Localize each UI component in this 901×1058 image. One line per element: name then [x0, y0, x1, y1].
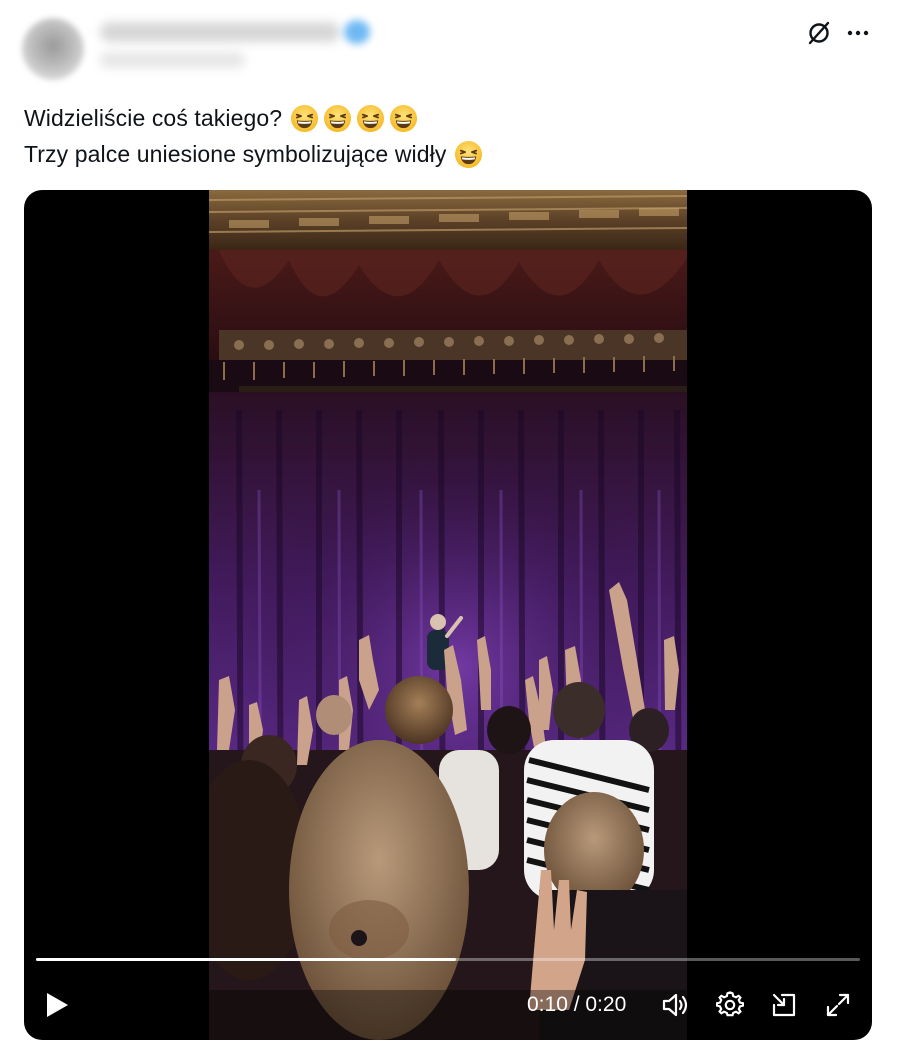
author-handle-blurred[interactable] — [100, 52, 245, 68]
grok-icon[interactable] — [804, 18, 834, 48]
fullscreen-button[interactable] — [822, 990, 854, 1020]
verified-badge-icon — [344, 20, 370, 44]
video-frame[interactable] — [209, 190, 687, 1040]
tweet-text-line-1: Widzieliście coś takiego? — [24, 100, 483, 136]
grinning-squinting-face-icon — [389, 104, 418, 133]
tweet-text: Widzieliście coś takiego? Trzy palce uni… — [24, 100, 483, 172]
settings-button[interactable] — [714, 990, 746, 1020]
video-progress-bar[interactable] — [36, 958, 860, 961]
grinning-squinting-face-icon — [356, 104, 385, 133]
fullscreen-icon — [826, 993, 850, 1017]
avatar[interactable] — [22, 18, 84, 80]
volume-button[interactable] — [660, 990, 692, 1020]
tweet-post: Widzieliście coś takiego? Trzy palce uni… — [0, 0, 901, 1058]
video-player[interactable]: 0:10 / 0:20 — [24, 190, 872, 1040]
play-button[interactable] — [40, 990, 74, 1020]
tweet-text-line-1-content: Widzieliście coś takiego? — [24, 105, 283, 131]
tweet-text-line-2: Trzy palce uniesione symbolizujące widły — [24, 136, 483, 172]
grinning-squinting-face-icon — [454, 140, 483, 169]
pip-button[interactable] — [768, 990, 800, 1020]
settings-icon — [716, 991, 744, 1017]
grinning-squinting-face-icon — [290, 104, 319, 133]
play-icon — [47, 993, 68, 1017]
more-icon[interactable] — [843, 18, 873, 48]
pip-icon — [772, 993, 796, 1017]
video-progress-fill — [36, 958, 457, 961]
tweet-text-line-2-content: Trzy palce uniesione symbolizujące widły — [24, 141, 447, 167]
grinning-squinting-face-icon — [323, 104, 352, 133]
volume-icon — [662, 993, 688, 1017]
video-time: 0:10 / 0:20 — [527, 993, 627, 1016]
author-name-blurred[interactable] — [100, 22, 340, 42]
